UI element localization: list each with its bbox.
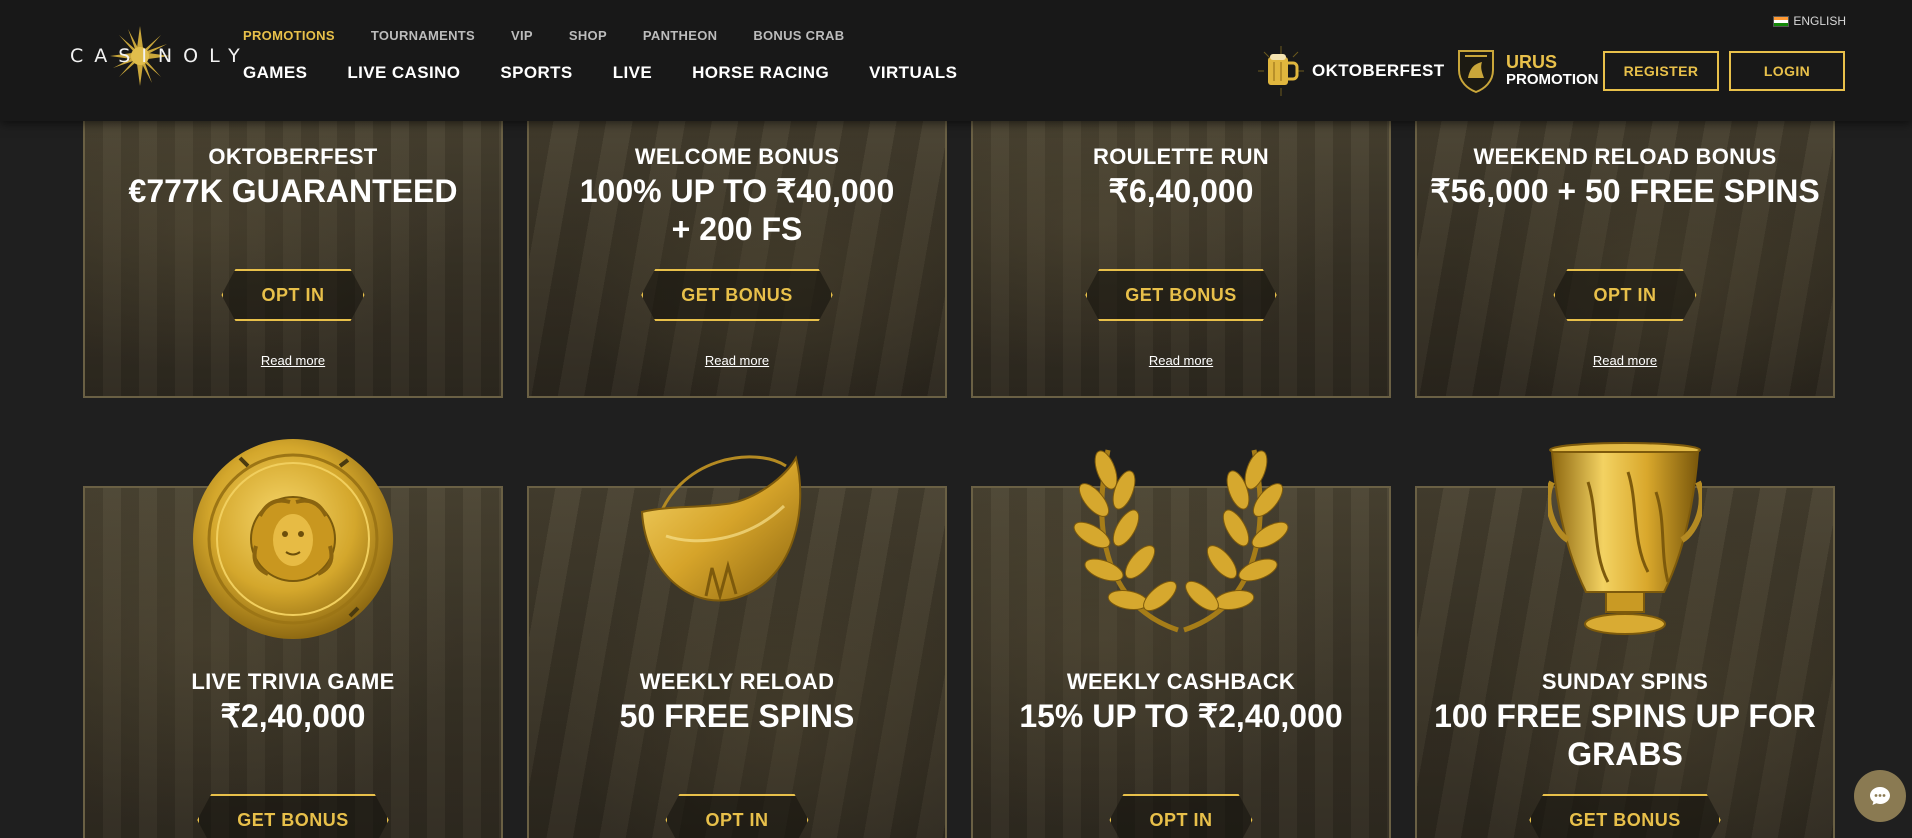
read-more-link[interactable]: Read more xyxy=(261,353,325,368)
read-more-link[interactable]: Read more xyxy=(705,353,769,368)
nav-games[interactable]: GAMES xyxy=(243,63,307,83)
promo-amount-line: ₹2,40,000 xyxy=(220,698,366,734)
main-nav: GAMES LIVE CASINO SPORTS LIVE HORSE RACI… xyxy=(243,63,997,83)
promo-amount: ₹2,40,000 xyxy=(85,697,501,735)
promo-amount-line: 100 FREE SPINS UP FOR xyxy=(1434,698,1816,734)
nav-tournaments[interactable]: TOURNAMENTS xyxy=(371,28,475,43)
chat-widget-button[interactable] xyxy=(1854,770,1906,822)
get-bonus-button[interactable]: GET BONUS xyxy=(1529,794,1721,838)
nav-live[interactable]: LIVE xyxy=(613,63,652,83)
get-bonus-button[interactable]: GET BONUS xyxy=(1085,269,1277,321)
gold-vase-icon xyxy=(1548,442,1702,635)
promo-amount: 50 FREE SPINS xyxy=(529,697,945,735)
promo-card-roulette-run: ROULETTE RUN ₹6,40,000 GET BONUS Read mo… xyxy=(971,108,1391,398)
promo-title: SUNDAY SPINS xyxy=(1541,669,1709,694)
promo-title: WEEKLY CASHBACK xyxy=(1066,669,1296,694)
oktoberfest-label: OKTOBERFEST xyxy=(1312,61,1445,80)
opt-in-button[interactable]: OPT IN xyxy=(665,794,808,838)
nav-promotions[interactable]: PROMOTIONS xyxy=(243,28,335,43)
language-selector[interactable]: ENGLISH xyxy=(1773,14,1846,28)
gold-pendant-icon xyxy=(640,455,802,602)
promo-amount-line: ₹56,000 + 50 FREE SPINS xyxy=(1430,173,1820,209)
nav-live-casino[interactable]: LIVE CASINO xyxy=(347,63,460,83)
promo-title: WEEKEND RELOAD BONUS xyxy=(1473,144,1777,169)
promo-amount-line: 15% UP TO ₹2,40,000 xyxy=(1019,698,1343,734)
nav-horse-racing[interactable]: HORSE RACING xyxy=(692,63,829,83)
promo-title: LIVE TRIVIA GAME xyxy=(191,669,395,694)
promo-amount-line: + 200 FS xyxy=(671,211,803,247)
promo-card-welcome-bonus: WELCOME BONUS 100% UP TO ₹40,000 + 200 F… xyxy=(527,108,947,398)
logo-wordmark: CASINOLY xyxy=(70,45,251,67)
register-button[interactable]: REGISTER xyxy=(1603,51,1719,91)
site-header: CASINOLY PROMOTIONS TOURNAMENTS VIP SHOP… xyxy=(0,0,1912,121)
promo-card-oktoberfest: OKTOBERFEST €777K GUARANTEED OPT IN Read… xyxy=(83,108,503,398)
promo-title: OKTOBERFEST xyxy=(208,144,378,169)
secondary-nav: PROMOTIONS TOURNAMENTS VIP SHOP PANTHEON… xyxy=(243,28,880,43)
nav-vip[interactable]: VIP xyxy=(511,28,533,43)
oktoberfest-promo-link[interactable]: OKTOBERFEST xyxy=(1258,46,1445,96)
promo-amount: 15% UP TO ₹2,40,000 xyxy=(973,697,1389,735)
nav-bonus-crab[interactable]: BONUS CRAB xyxy=(753,28,844,43)
promo-amount-line: ₹6,40,000 xyxy=(1108,173,1254,209)
login-button[interactable]: LOGIN xyxy=(1729,51,1845,91)
nav-pantheon[interactable]: PANTHEON xyxy=(643,28,717,43)
gold-shield-icon xyxy=(193,439,393,639)
opt-in-button[interactable]: OPT IN xyxy=(1109,794,1252,838)
promo-amount: ₹6,40,000 xyxy=(973,172,1389,210)
nav-sports[interactable]: SPORTS xyxy=(500,63,572,83)
opt-in-button[interactable]: OPT IN xyxy=(221,269,364,321)
promo-amount-line: €777K GUARANTEED xyxy=(128,173,458,209)
promo-title: WELCOME BONUS xyxy=(634,144,840,169)
nav-shop[interactable]: SHOP xyxy=(569,28,607,43)
promo-title: WEEKLY RELOAD xyxy=(639,669,835,694)
get-bonus-button[interactable]: GET BONUS xyxy=(641,269,833,321)
urus-label: URUS xyxy=(1506,52,1558,72)
opt-in-button[interactable]: OPT IN xyxy=(1553,269,1696,321)
urus-promo-link[interactable]: URUS PROMOTION xyxy=(1456,48,1599,94)
read-more-link[interactable]: Read more xyxy=(1149,353,1213,368)
language-label: ENGLISH xyxy=(1793,14,1846,28)
beer-mug-icon xyxy=(1258,46,1304,96)
laurel-wreath-icon xyxy=(1073,449,1289,633)
promo-amount: €777K GUARANTEED xyxy=(85,172,501,210)
promo-amount: ₹56,000 + 50 FREE SPINS xyxy=(1417,172,1833,210)
promotion-label: PROMOTION xyxy=(1506,71,1599,88)
promo-amount-line: 100% UP TO ₹40,000 xyxy=(579,173,895,209)
chat-bubble-icon xyxy=(1870,787,1890,805)
nav-virtuals[interactable]: VIRTUALS xyxy=(869,63,957,83)
promo-amount-line: 50 FREE SPINS xyxy=(619,698,855,734)
promo-amount-line: GRABS xyxy=(1567,736,1683,772)
india-flag-icon xyxy=(1773,15,1790,27)
lamborghini-shield-icon xyxy=(1458,50,1494,94)
promo-title: ROULETTE RUN xyxy=(1093,144,1269,169)
promo-amount: 100% UP TO ₹40,000 + 200 FS xyxy=(529,172,945,248)
promo-card-weekend-reload: WEEKEND RELOAD BONUS ₹56,000 + 50 FREE S… xyxy=(1415,108,1835,398)
get-bonus-button[interactable]: GET BONUS xyxy=(197,794,389,838)
promo-amount: 100 FREE SPINS UP FOR GRABS xyxy=(1417,697,1833,773)
casinoly-logo[interactable]: CASINOLY xyxy=(70,26,251,86)
read-more-link[interactable]: Read more xyxy=(1593,353,1657,368)
